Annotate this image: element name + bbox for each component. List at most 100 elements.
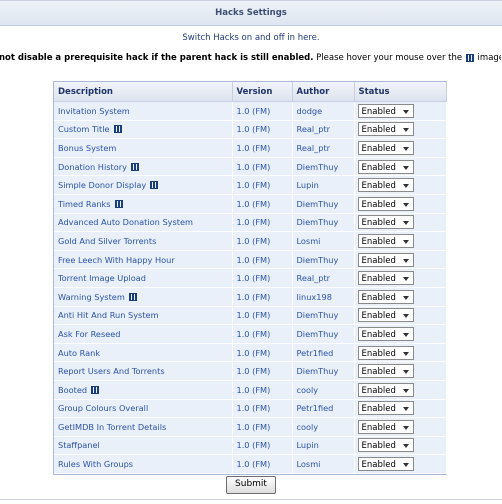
hack-description: Simple Donor Display [54,175,233,195]
hack-version: 1.0 (FM) [232,231,293,251]
hack-status-cell: Enabled [354,287,447,307]
table-row: Warning System 1.0 (FM) linux198 Enabled [54,287,447,307]
hack-version: 1.0 (FM) [232,138,293,158]
status-select[interactable]: Enabled [357,271,414,286]
hack-description: GetIMDB In Torrent Details [54,417,233,437]
hack-version: 1.0 (FM) [232,268,293,288]
hack-description: Report Users And Torrents [54,361,233,381]
submit-button[interactable]: Submit [226,476,276,494]
hack-status-cell: Enabled [354,194,447,214]
status-select[interactable]: Enabled [357,419,414,434]
column-header-description: Description [54,82,233,102]
table-row: Timed Ranks 1.0 (FM) DiemThuy Enabled [54,194,447,214]
status-value: Enabled [361,385,396,396]
status-select[interactable]: Enabled [357,252,414,267]
status-select[interactable]: Enabled [357,308,414,323]
table-row: Auto Rank 1.0 (FM) Petr1fied Enabled [54,343,447,363]
hack-status-cell: Enabled [354,324,447,344]
chevron-down-icon [402,351,409,356]
info-icon[interactable] [130,162,139,171]
status-select[interactable]: Enabled [357,215,414,230]
status-select[interactable]: Enabled [357,438,414,453]
status-select[interactable]: Enabled [357,345,414,360]
hack-version: 1.0 (FM) [232,436,293,456]
info-icon[interactable] [150,181,159,190]
hack-author: dodge [292,101,355,121]
hack-version: 1.0 (FM) [232,399,293,419]
status-select[interactable]: Enabled [357,401,414,416]
info-icon[interactable] [128,292,137,301]
hack-author: Real_ptr [292,268,355,288]
column-header-author: Author [292,82,355,102]
hack-status-cell: Enabled [354,120,447,140]
chevron-down-icon [402,332,409,337]
hack-status-cell: Enabled [354,157,447,177]
status-select[interactable]: Enabled [357,289,414,304]
warning-rest: Please hover your mouse over the [313,53,463,63]
warning-tail: images below to find out w [477,53,501,63]
hack-name: Donation History [58,161,127,172]
info-icon[interactable] [113,125,122,134]
chevron-down-icon [402,407,409,412]
hack-description: Auto Rank [54,343,233,363]
chevron-down-icon [402,314,409,319]
status-select[interactable]: Enabled [357,196,414,211]
table-row: Anti Hit And Run System 1.0 (FM) DiemThuy E… [54,306,447,326]
hack-author: DiemThuy [292,361,355,381]
status-select[interactable]: Enabled [357,382,414,397]
status-select[interactable]: Enabled [357,457,414,472]
hack-description: Ask For Reseed [54,324,233,344]
hack-author: Lupin [292,175,355,195]
status-select[interactable]: Enabled [357,233,414,248]
status-select[interactable]: Enabled [357,364,414,379]
status-select[interactable]: Enabled [357,103,414,118]
info-icon[interactable] [91,385,100,394]
status-value: Enabled [361,199,396,210]
status-value: Enabled [361,106,396,117]
hack-author: DiemThuy [292,213,355,233]
hack-description: Booted [54,380,233,400]
hack-description: Custom Title [54,120,233,140]
warning-bold: not disable a prerequisite hack if the p… [0,53,314,63]
chevron-down-icon [402,425,409,430]
table-row: Report Users And Torrents 1.0 (FM) DiemThu… [54,361,447,381]
hack-version: 1.0 (FM) [232,306,293,326]
table-row: GetIMDB In Torrent Details 1.0 (FM) cooly E… [54,417,447,437]
hack-name: GetIMDB In Torrent Details [58,421,167,432]
status-value: Enabled [361,218,396,229]
status-value: Enabled [361,125,396,136]
hack-status-cell: Enabled [354,250,447,270]
status-value: Enabled [361,348,396,359]
chevron-down-icon [402,444,409,449]
status-select[interactable]: Enabled [357,178,414,193]
status-select[interactable]: Enabled [357,122,414,137]
status-value: Enabled [361,236,396,247]
table-row: Invitation System 1.0 (FM) dodge Enabled [54,101,447,121]
panel-title: Hacks Settings [0,1,502,26]
hack-name: Free Leech With Happy Hour [58,254,175,265]
status-select[interactable]: Enabled [357,326,414,341]
status-select[interactable]: Enabled [357,140,414,155]
hack-status-cell: Enabled [354,213,447,233]
hack-description: Group Colours Overall [54,399,233,419]
hack-author: DiemThuy [292,194,355,214]
hack-author: cooly [292,380,355,400]
column-header-status: Status [354,82,447,102]
hack-version: 1.0 (FM) [232,157,293,177]
hack-author: DiemThuy [292,250,355,270]
info-icon[interactable] [114,199,123,208]
hack-name: Torrent Image Upload [58,273,146,284]
chevron-down-icon [402,463,409,468]
hack-name: Auto Rank [58,347,101,358]
status-value: Enabled [361,162,396,173]
hack-name: Timed Ranks [58,198,111,209]
hack-author: Real_ptr [292,138,355,158]
info-icon [465,53,474,62]
table-row: Free Leech With Happy Hour 1.0 (FM) DiemTh… [54,250,447,270]
status-value: Enabled [361,367,396,378]
status-value: Enabled [361,274,396,285]
hack-name: Gold And Silver Torrents [58,235,157,246]
hack-version: 1.0 (FM) [232,120,293,140]
hacks-table: Description Version Author Status Invita… [53,81,447,475]
status-select[interactable]: Enabled [357,159,414,174]
